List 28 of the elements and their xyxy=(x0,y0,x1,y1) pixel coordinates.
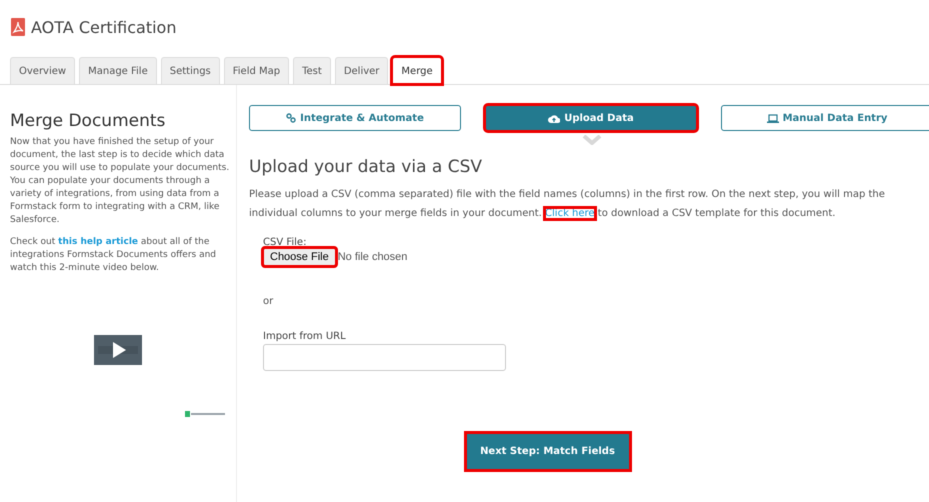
choose-file-button[interactable]: Choose File xyxy=(263,248,336,266)
tab[interactable]: Overview xyxy=(10,57,76,84)
next-step-button[interactable]: Next Step: Match Fields xyxy=(466,433,630,470)
upload-heading: Upload your data via a CSV xyxy=(249,157,484,177)
mode-button[interactable]: Manual Data Entry xyxy=(721,105,929,131)
document-title: AOTA Certification xyxy=(31,18,176,36)
chevron-down-icon xyxy=(582,135,602,145)
tab[interactable]: Manage File xyxy=(79,57,157,84)
mode-button[interactable]: Integrate & Automate xyxy=(249,105,461,131)
field-label: CSV File: xyxy=(263,237,306,248)
laptop-icon xyxy=(766,114,779,122)
help-paragraph: Check out this help article about all of the integrations Formstack Documents offers and watch this 2-minute video below. xyxy=(10,236,218,275)
logo-icon xyxy=(185,411,225,417)
url-input-field[interactable] xyxy=(263,344,506,371)
or-text: or xyxy=(263,296,274,307)
intro-paragraph: Now that you have finished the setup of your document, the last step is to decide which data source you will use to populate your documents. You can populate your documents through a variety of integrations, from using data from a Formstack form to integrating with a CRM, like Salesforce. xyxy=(10,136,230,227)
link-icon xyxy=(286,113,296,123)
field-label: Import from URL xyxy=(263,331,346,342)
sidebar-title: Merge Documents xyxy=(10,111,166,131)
tab[interactable]: Deliver xyxy=(334,57,388,84)
tab[interactable]: Merge xyxy=(392,57,442,84)
tab[interactable]: Field Map xyxy=(224,57,290,84)
tab[interactable]: Test xyxy=(293,57,331,84)
mode-button[interactable]: Upload Data xyxy=(485,105,697,131)
pdf-file-icon xyxy=(11,18,25,36)
cloud-upload-icon xyxy=(548,114,560,122)
file-status: No file chosen xyxy=(338,251,408,263)
tab[interactable]: Settings xyxy=(160,57,220,84)
